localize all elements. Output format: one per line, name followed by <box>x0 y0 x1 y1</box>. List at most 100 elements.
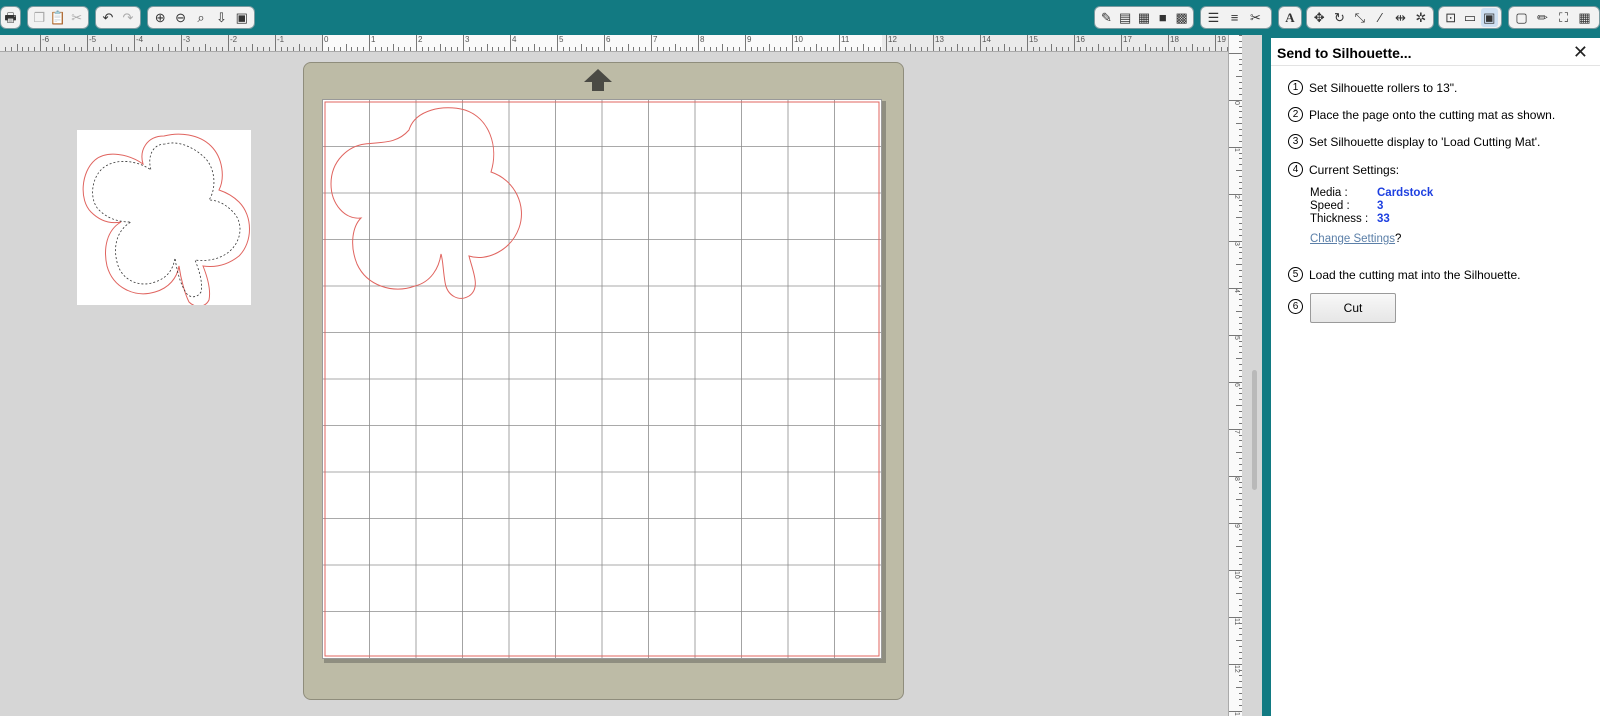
copy-icon[interactable]: ❐ <box>31 8 48 27</box>
scissors-icon[interactable]: ✂ <box>68 8 85 27</box>
registration-icon[interactable]: ▩ <box>1173 8 1190 27</box>
panel-title: Send to Silhouette... <box>1277 45 1412 61</box>
scale-icon[interactable]: ⤡ <box>1351 8 1369 27</box>
setting-value: 33 <box>1377 213 1390 225</box>
cut-button[interactable]: Cut <box>1310 293 1396 323</box>
step-number: 5 <box>1288 267 1303 282</box>
horizontal-ruler: -6 -5 -4 -3 -2 -1 0 1 2 3 4 5 6 7 8 9 10 11 12 13 14 15 16 17 18… <box>0 35 1228 52</box>
cut-settings-icon[interactable]: ■ <box>1154 8 1171 27</box>
eraser-icon[interactable]: ✎ <box>1098 8 1115 27</box>
workspace-scrollbar[interactable] <box>1252 370 1257 490</box>
ruler-label: 1 <box>1233 148 1240 152</box>
line-color-icon[interactable]: ☰ <box>1204 8 1223 27</box>
replicate-icon[interactable]: ✲ <box>1412 8 1430 27</box>
step-1: 1 Set Silhouette rollers to 13". <box>1288 80 1457 95</box>
page-setup-icon[interactable]: ▤ <box>1117 8 1134 27</box>
toolbar-group-view: ▢ ✏ ⛶ ▦ <box>1508 6 1600 29</box>
sketch-icon[interactable]: ✏ <box>1533 8 1552 27</box>
ruler-label: 10 <box>794 35 803 44</box>
toolbar-group-page: ✎ ▤ ▦ ■ ▩ <box>1094 6 1194 29</box>
change-settings-link[interactable]: Change Settings <box>1310 233 1395 245</box>
grid-icon[interactable]: ▦ <box>1136 8 1153 27</box>
shamrock-cut-path <box>330 107 522 299</box>
step-text: Set Silhouette rollers to 13". <box>1309 80 1458 95</box>
step-3: 3 Set Silhouette display to 'Load Cuttin… <box>1288 134 1540 149</box>
undo-icon[interactable]: ↶ <box>99 8 117 27</box>
ruler-label: 13 <box>935 35 944 44</box>
toolbar-group-library: ⊡ ▭ ▣ <box>1438 6 1502 29</box>
main-toolbar: 🖶 ❐ 📋 ✂ ↶ ↷ ⊕ ⊖ ⌕ ⇩ ▣ ✎ ▤ ▦ ■ ▩ ☰ ≡ ✂ A … <box>0 0 1600 35</box>
mirror-icon[interactable]: ⇹ <box>1391 8 1409 27</box>
ruler-label: 19 <box>1217 35 1226 44</box>
layout-grid-icon[interactable]: ▦ <box>1575 8 1594 27</box>
rotate-icon[interactable]: ↻ <box>1330 8 1348 27</box>
zoom-select-icon[interactable]: ⌕ <box>192 8 210 27</box>
knife-icon[interactable]: ⁄ <box>1371 8 1389 27</box>
trace-icon[interactable]: ▢ <box>1512 8 1531 27</box>
setting-speed: Speed : 3 <box>1310 200 1383 212</box>
cut-style-icon[interactable]: ✂ <box>1246 8 1265 27</box>
setting-value: 3 <box>1377 200 1384 212</box>
ruler-label: 14 <box>982 35 991 44</box>
ruler-label: 1 <box>371 35 376 44</box>
toolbar-group-zoom: ⊕ ⊖ ⌕ ⇩ ▣ <box>147 6 255 29</box>
ruler-label: 6 <box>1233 383 1240 387</box>
toolbar-group-text: A <box>1278 6 1302 29</box>
mat-cut-area[interactable] <box>322 99 882 659</box>
setting-media: Media : Cardstock <box>1310 187 1433 199</box>
design-preview-thumbnail[interactable] <box>77 130 251 307</box>
ruler-label: 17 <box>1123 35 1132 44</box>
move-icon[interactable]: ✥ <box>1310 8 1328 27</box>
fullscreen-icon[interactable]: ⛶ <box>1554 8 1573 27</box>
ruler-label: 8 <box>1233 477 1240 481</box>
ruler-label: 0 <box>1233 101 1240 105</box>
ruler-label: 13 <box>1233 712 1240 716</box>
change-settings-suffix: ? <box>1395 233 1402 245</box>
ruler-label: 15 <box>1029 35 1038 44</box>
ruler-label: 16 <box>1076 35 1085 44</box>
step-text: Current Settings: <box>1309 162 1400 177</box>
step-text: Place the page onto the cutting mat as s… <box>1309 107 1556 122</box>
step-number: 1 <box>1288 80 1303 95</box>
step-4: 4 Current Settings: <box>1288 162 1399 177</box>
ruler-label: 2 <box>418 35 423 44</box>
text-style-icon[interactable]: A <box>1282 8 1298 27</box>
ruler-label: 3 <box>1233 242 1240 246</box>
ruler-label: 8 <box>700 35 705 44</box>
paste-icon[interactable]: 📋 <box>50 8 67 27</box>
library-icon[interactable]: ⊡ <box>1442 8 1459 27</box>
ruler-label: -3 <box>183 35 191 44</box>
toolbar-group-line: ☰ ≡ ✂ <box>1200 6 1272 29</box>
zoom-out-icon[interactable]: ⊖ <box>171 8 189 27</box>
feed-direction-arrow-icon <box>584 69 612 91</box>
store-icon[interactable]: ▭ <box>1461 8 1478 27</box>
pan-icon[interactable]: ⇩ <box>212 8 230 27</box>
redo-icon[interactable]: ↷ <box>119 8 137 27</box>
line-style-icon[interactable]: ≡ <box>1225 8 1244 27</box>
ruler-label: 7 <box>1233 430 1240 434</box>
ruler-label: 12 <box>1233 665 1240 673</box>
ruler-label: 0 <box>324 35 329 44</box>
close-icon[interactable]: ✕ <box>1573 42 1588 62</box>
ruler-label: -2 <box>230 35 238 44</box>
ruler-label: 3 <box>465 35 470 44</box>
setting-label: Thickness : <box>1310 213 1369 225</box>
send-to-silhouette-panel: Send to Silhouette... ✕ 1 Set Silhouette… <box>1271 38 1600 716</box>
fit-page-icon[interactable]: ▣ <box>233 8 251 27</box>
toolbar-group-transform: ✥ ↻ ⤡ ⁄ ⇹ ✲ <box>1306 6 1434 29</box>
ruler-label: 5 <box>1233 336 1240 340</box>
toolbar-group-history: ↶ ↷ <box>95 6 141 29</box>
vertical-ruler: 0 1 2 3 4 5 6 7 8 9 10 11 12 13 <box>1228 35 1242 716</box>
setting-label: Media : <box>1310 187 1348 199</box>
step-6: 6 <box>1288 299 1309 314</box>
ruler-label: 2 <box>1233 195 1240 199</box>
mat-grid <box>323 100 881 658</box>
step-2: 2 Place the page onto the cutting mat as… <box>1288 107 1555 122</box>
ruler-label: -1 <box>277 35 285 44</box>
step-number: 3 <box>1288 134 1303 149</box>
shamrock-preview-image <box>82 133 250 307</box>
print-icon[interactable]: 🖶 <box>4 8 17 27</box>
design-workspace[interactable] <box>0 52 1228 716</box>
zoom-in-icon[interactable]: ⊕ <box>151 8 169 27</box>
send-to-silhouette-icon[interactable]: ▣ <box>1480 8 1498 27</box>
